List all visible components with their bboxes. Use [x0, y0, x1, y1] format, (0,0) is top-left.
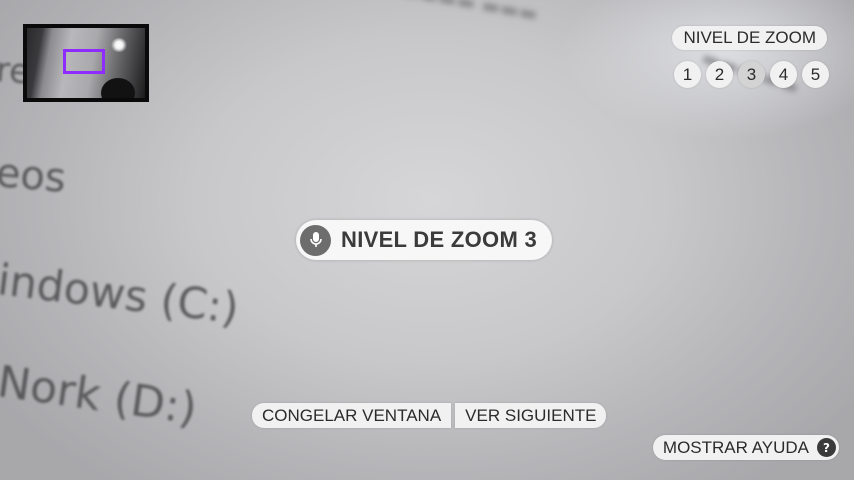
zoom-level-4-button[interactable]: 4	[770, 61, 797, 88]
minimap-silhouette	[101, 78, 135, 98]
zoom-level-1-button[interactable]: 1	[674, 61, 701, 88]
zoom-level-selector: 1 2 3 4 5	[674, 61, 829, 88]
show-help-label: MOSTRAR AYUDA	[662, 437, 809, 457]
help-icon: ?	[817, 438, 836, 457]
freeze-window-button[interactable]: CONGELAR VENTANA	[252, 403, 452, 428]
camera-text-line: Nork (D:)	[0, 356, 201, 435]
camera-text-line: eos	[0, 150, 68, 203]
zoom-level-3-button[interactable]: 3	[738, 61, 765, 88]
voice-command-indicator: NIVEL DE ZOOM 3	[296, 220, 553, 260]
minimap-camera-preview	[27, 28, 145, 98]
far-blurred-text: ▬▬▬▬ ▬▬▬	[398, 0, 540, 26]
zoom-level-title: NIVEL DE ZOOM	[672, 26, 827, 50]
action-bar: CONGELAR VENTANA VER SIGUIENTE	[252, 403, 607, 428]
zoom-minimap[interactable]	[23, 24, 149, 102]
microphone-icon	[300, 224, 331, 256]
zoom-level-5-button[interactable]: 5	[802, 61, 829, 88]
show-help-button[interactable]: MOSTRAR AYUDA ?	[652, 435, 839, 460]
camera-text-line: indows (C:)	[0, 255, 242, 335]
minimap-light	[111, 38, 127, 52]
minimap-viewport-frame[interactable]	[63, 49, 105, 74]
see-next-button[interactable]: VER SIGUIENTE	[455, 403, 607, 428]
voice-command-text: NIVEL DE ZOOM 3	[341, 227, 538, 252]
zoom-level-2-button[interactable]: 2	[706, 61, 733, 88]
